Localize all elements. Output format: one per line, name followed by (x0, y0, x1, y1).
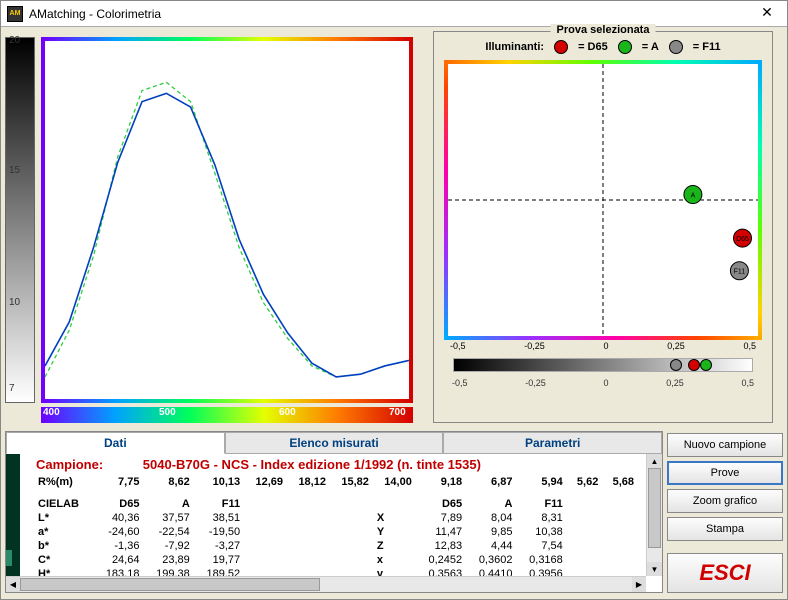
prova-group: Prova selezionata Illuminanti: = D65 = A… (433, 31, 773, 423)
y-tick: 15 (9, 165, 20, 176)
y-tick: 7 (9, 383, 15, 394)
scroll-right-icon[interactable]: ▶ (632, 577, 646, 592)
x-tick: 400 (43, 407, 60, 418)
svg-text:A: A (691, 193, 696, 200)
scroll-up-icon[interactable]: ▲ (647, 454, 662, 468)
x-tick: 500 (159, 407, 176, 418)
sample-label: Campione: (36, 457, 103, 472)
chromaticity-plot[interactable]: A D65 F11 (444, 60, 762, 340)
right-panel: Prova selezionata Illuminanti: = D65 = A… (433, 31, 773, 427)
illum-d65: = D65 (578, 41, 608, 53)
y-tick: 10 (9, 297, 20, 308)
chroma-svg: A D65 F11 (448, 64, 758, 336)
strip (453, 358, 753, 372)
tabs: Dati Elenco misurati Parametri (6, 432, 662, 454)
app-icon: AM (7, 6, 23, 22)
chroma-x-ticks: -0,5-0,2500,250,5 (440, 340, 766, 352)
scroll-thumb-h[interactable] (20, 578, 320, 591)
scroll-thumb-v[interactable] (648, 468, 661, 548)
prove-button[interactable]: Prove (667, 461, 783, 485)
data-table: R%(m) 7,758,6210,1312,6918,1215,8214,009… (28, 475, 644, 581)
row-cielab-hdr: CIELABD65AF11D65AF11 (34, 497, 638, 511)
button-column: Nuovo campione Prove Zoom grafico Stampa… (667, 431, 783, 593)
sample-row: Campione: 5040-B70G - NCS - Index edizio… (28, 454, 644, 475)
prova-legend: Prova selezionata (551, 24, 656, 36)
scroll-left-icon[interactable]: ◀ (6, 577, 20, 592)
zoom-grafico-button[interactable]: Zoom grafico (667, 489, 783, 513)
scrollbar-vertical[interactable]: ▲ ▼ (646, 454, 662, 576)
strip-ticks: -0,5-0,2500,250,5 (440, 378, 766, 388)
y-tick: 20 (9, 35, 20, 46)
tab-parametri[interactable]: Parametri (443, 432, 662, 454)
titlebar: AM AMatching - Colorimetria ✕ (1, 1, 787, 27)
data-panel: Dati Elenco misurati Parametri Campione:… (5, 431, 663, 593)
nuovo-campione-button[interactable]: Nuovo campione (667, 433, 783, 457)
spectral-svg (45, 41, 409, 399)
svg-text:D65: D65 (736, 236, 749, 243)
tab-dati[interactable]: Dati (6, 432, 225, 454)
close-button[interactable]: ✕ (753, 4, 781, 24)
scroll-down-icon[interactable]: ▼ (647, 562, 662, 576)
dot-d65 (554, 40, 568, 54)
illum-label: Illuminanti: (485, 41, 544, 53)
window-title: AMatching - Colorimetria (29, 7, 753, 21)
scrollbar-horizontal[interactable]: ◀ ▶ (6, 576, 646, 592)
row-r: R%(m) 7,758,6210,1312,6918,1215,8214,009… (34, 475, 638, 489)
stampa-button[interactable]: Stampa (667, 517, 783, 541)
illum-f11: = F11 (693, 41, 721, 53)
left-color-bars (6, 454, 24, 576)
x-tick: 600 (279, 407, 296, 418)
illuminants-row: Illuminanti: = D65 = A = F11 (440, 36, 766, 60)
svg-text:F11: F11 (734, 269, 746, 276)
y-gradient-bar (5, 37, 35, 403)
strip-row (446, 358, 760, 376)
x-tick: 700 (389, 407, 406, 418)
dot-a (618, 40, 632, 54)
x-spectrum-bar: 400 500 600 700 (41, 407, 413, 423)
illum-a: = A (642, 41, 659, 53)
spectral-plot[interactable] (41, 37, 413, 403)
esci-button[interactable]: ESCI (667, 553, 783, 593)
dot-f11 (669, 40, 683, 54)
tab-elenco[interactable]: Elenco misurati (225, 432, 444, 454)
spectral-plot-panel: 20 15 10 7 400 500 600 700 (5, 31, 427, 427)
sample-name: 5040-B70G - NCS - Index edizione 1/1992 … (143, 457, 481, 472)
